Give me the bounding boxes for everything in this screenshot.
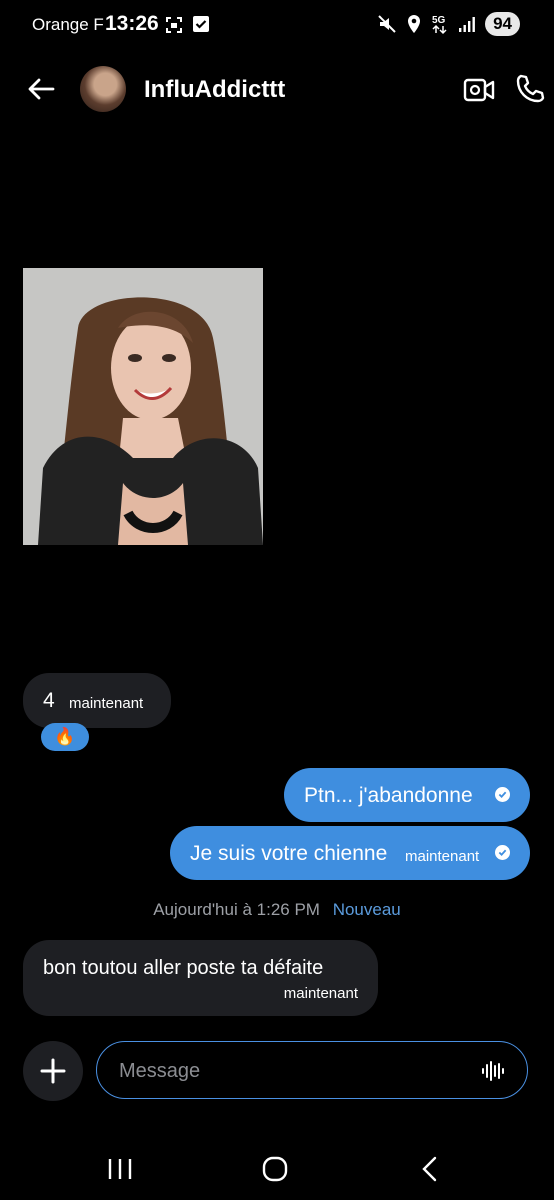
conversation-header: InfluAddicttt — [0, 58, 554, 120]
shared-photo[interactable] — [23, 268, 263, 545]
network-label: 5G — [432, 15, 446, 26]
message-input[interactable]: Message — [96, 1041, 528, 1099]
message-text: bon toutou aller poste ta défaite — [43, 957, 324, 979]
battery-indicator: 94 — [485, 12, 520, 36]
incoming-message-last[interactable]: bon toutou aller poste ta défaite mainte… — [23, 940, 378, 1016]
fire-emoji: 🔥 — [54, 727, 76, 746]
incoming-message-number[interactable]: 4 maintenant — [23, 673, 171, 728]
new-label: Nouveau — [332, 900, 401, 919]
day-label: Aujourd'hui à 1:26 PM — [153, 900, 320, 919]
message-time: maintenant — [283, 985, 358, 1002]
outgoing-message-1[interactable]: Ptn... j'abandonne — [284, 768, 530, 822]
message-text: Ptn... j'abandonne — [304, 784, 473, 807]
status-time: 13:26 — [105, 12, 159, 35]
location-icon — [408, 15, 421, 33]
mute-icon — [378, 15, 396, 33]
voice-message-icon[interactable] — [481, 1059, 505, 1083]
signal-icon — [459, 17, 475, 32]
phone-icon[interactable] — [514, 73, 546, 105]
screen-record-icon — [166, 17, 182, 33]
outgoing-message-2[interactable]: Je suis votre chienne maintenant — [170, 826, 530, 880]
read-check-icon — [495, 787, 510, 802]
nav-back-icon[interactable] — [420, 1156, 440, 1182]
add-attachment-button[interactable] — [23, 1041, 83, 1101]
message-time: maintenant — [69, 695, 144, 712]
fire-reaction-badge[interactable]: 🔥 — [41, 723, 89, 751]
recent-apps-icon[interactable] — [107, 1157, 133, 1181]
day-separator: Aujourd'hui à 1:26 PM Nouveau — [0, 900, 554, 920]
message-text: Je suis votre chienne — [190, 842, 388, 865]
carrier-label: Orange F — [32, 15, 104, 34]
status-right-icons: 5G 94 — [377, 12, 520, 36]
message-text: 4 — [43, 689, 55, 712]
network-5g-icon: 5G — [432, 15, 447, 35]
read-check-icon — [495, 845, 510, 860]
contact-avatar[interactable] — [80, 66, 126, 112]
contact-name[interactable]: InfluAddicttt — [144, 76, 285, 104]
checkbox-notification-icon — [193, 16, 209, 32]
system-navigation-bar — [0, 1140, 554, 1200]
video-camera-icon[interactable] — [463, 75, 495, 105]
status-left-icons — [164, 15, 210, 35]
message-time: maintenant — [405, 848, 480, 865]
plus-icon — [40, 1058, 66, 1084]
back-arrow-icon[interactable] — [26, 74, 56, 104]
portrait-illustration — [23, 268, 263, 545]
message-placeholder: Message — [119, 1060, 201, 1082]
home-icon[interactable] — [262, 1156, 288, 1182]
status-bar: Orange F 13:26 5G 94 — [0, 0, 554, 52]
